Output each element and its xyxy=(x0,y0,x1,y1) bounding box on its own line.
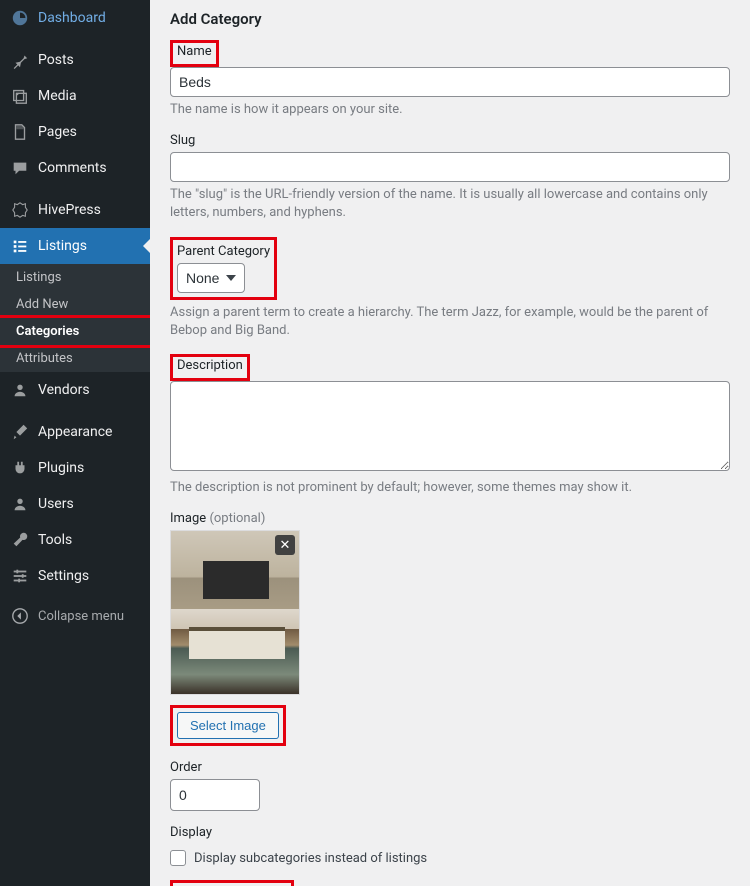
image-preview: ✕ xyxy=(170,530,300,695)
plug-icon xyxy=(10,458,30,478)
slug-help: The "slug" is the URL-friendly version o… xyxy=(170,186,730,222)
highlight-annotation: Add Category xyxy=(170,880,294,886)
display-label: Display xyxy=(170,825,212,840)
field-slug: Slug The "slug" is the URL-friendly vers… xyxy=(170,133,730,222)
sidebar-item-plugins[interactable]: Plugins xyxy=(0,450,150,486)
field-submit: Add Category xyxy=(170,880,730,886)
settings-sliders-icon xyxy=(10,566,30,586)
field-name: Name The name is how it appears on your … xyxy=(170,40,730,119)
name-input[interactable] xyxy=(170,67,730,97)
sidebar-item-hivepress[interactable]: HivePress xyxy=(0,192,150,228)
highlight-annotation: Parent Category None xyxy=(170,237,277,300)
user-icon xyxy=(10,494,30,514)
sidebar-item-label: Listings xyxy=(38,238,87,254)
slug-input[interactable] xyxy=(170,152,730,182)
listings-submenu: Listings Add New Categories Attributes xyxy=(0,264,150,372)
list-icon xyxy=(10,236,30,256)
form-title: Add Category xyxy=(170,10,730,28)
sidebar-item-label: Media xyxy=(38,88,77,104)
description-label: Description xyxy=(177,358,243,373)
sidebar-item-label: Comments xyxy=(38,160,107,176)
field-description: Description The description is not promi… xyxy=(170,354,730,497)
field-display: Display Display subcategories instead of… xyxy=(170,825,730,866)
submenu-item-categories[interactable]: Categories xyxy=(0,318,150,345)
admin-sidebar: Dashboard Posts Media Pages Comments Hiv… xyxy=(0,0,150,886)
dashboard-icon xyxy=(10,8,30,28)
order-input[interactable] xyxy=(170,779,260,811)
sidebar-item-posts[interactable]: Posts xyxy=(0,42,150,78)
main-content: Add Category Name The name is how it app… xyxy=(150,0,750,886)
bedroom-thumbnail xyxy=(171,531,299,694)
comment-icon xyxy=(10,158,30,178)
hivepress-icon xyxy=(10,200,30,220)
submenu-item-add-new[interactable]: Add New xyxy=(0,291,150,318)
sidebar-item-label: Users xyxy=(38,496,74,512)
description-textarea[interactable] xyxy=(170,381,730,471)
sidebar-item-dashboard[interactable]: Dashboard xyxy=(0,0,150,36)
collapse-icon xyxy=(10,606,30,626)
sidebar-item-appearance[interactable]: Appearance xyxy=(0,414,150,450)
order-label: Order xyxy=(170,760,202,775)
brush-icon xyxy=(10,422,30,442)
field-parent: Parent Category None Assign a parent ter… xyxy=(170,237,730,340)
sidebar-item-label: Tools xyxy=(38,532,72,548)
highlight-annotation: Description xyxy=(170,354,250,381)
sidebar-item-label: Pages xyxy=(38,124,77,140)
sidebar-item-listings[interactable]: Listings xyxy=(0,228,150,264)
sidebar-item-label: Vendors xyxy=(38,382,90,398)
sidebar-item-label: Dashboard xyxy=(38,10,106,26)
collapse-label: Collapse menu xyxy=(38,609,124,624)
pin-icon xyxy=(10,50,30,70)
sidebar-item-label: Appearance xyxy=(38,424,112,440)
collapse-menu-button[interactable]: Collapse menu xyxy=(0,598,150,634)
slug-label: Slug xyxy=(170,133,195,148)
media-icon xyxy=(10,86,30,106)
sidebar-item-vendors[interactable]: Vendors xyxy=(0,372,150,408)
pages-icon xyxy=(10,122,30,142)
parent-label: Parent Category xyxy=(177,244,270,259)
highlight-annotation: Name xyxy=(170,40,219,67)
highlight-annotation: Select Image xyxy=(170,705,286,746)
sidebar-item-label: Posts xyxy=(38,52,74,68)
name-label: Name xyxy=(177,44,212,59)
sidebar-item-settings[interactable]: Settings xyxy=(0,558,150,594)
sidebar-item-users[interactable]: Users xyxy=(0,486,150,522)
name-help: The name is how it appears on your site. xyxy=(170,101,730,119)
parent-help: Assign a parent term to create a hierarc… xyxy=(170,304,730,340)
wrench-icon xyxy=(10,530,30,550)
close-icon: ✕ xyxy=(280,538,291,553)
description-help: The description is not prominent by defa… xyxy=(170,479,730,497)
select-image-button[interactable]: Select Image xyxy=(177,712,279,739)
remove-image-button[interactable]: ✕ xyxy=(275,535,295,555)
display-subcategories-checkbox[interactable] xyxy=(170,850,186,866)
image-label: Image (optional) xyxy=(170,511,265,526)
sidebar-item-label: HivePress xyxy=(38,202,101,218)
display-checkbox-label: Display subcategories instead of listing… xyxy=(194,851,427,866)
parent-select[interactable]: None xyxy=(177,263,245,293)
sidebar-item-media[interactable]: Media xyxy=(0,78,150,114)
sidebar-item-tools[interactable]: Tools xyxy=(0,522,150,558)
submenu-item-attributes[interactable]: Attributes xyxy=(0,345,150,372)
sidebar-item-pages[interactable]: Pages xyxy=(0,114,150,150)
submenu-item-listings[interactable]: Listings xyxy=(0,264,150,291)
field-image: Image (optional) ✕ Select Image xyxy=(170,511,730,746)
vendor-icon xyxy=(10,380,30,400)
sidebar-item-label: Plugins xyxy=(38,460,84,476)
sidebar-item-label: Settings xyxy=(38,568,89,584)
field-order: Order xyxy=(170,760,730,811)
sidebar-item-comments[interactable]: Comments xyxy=(0,150,150,186)
